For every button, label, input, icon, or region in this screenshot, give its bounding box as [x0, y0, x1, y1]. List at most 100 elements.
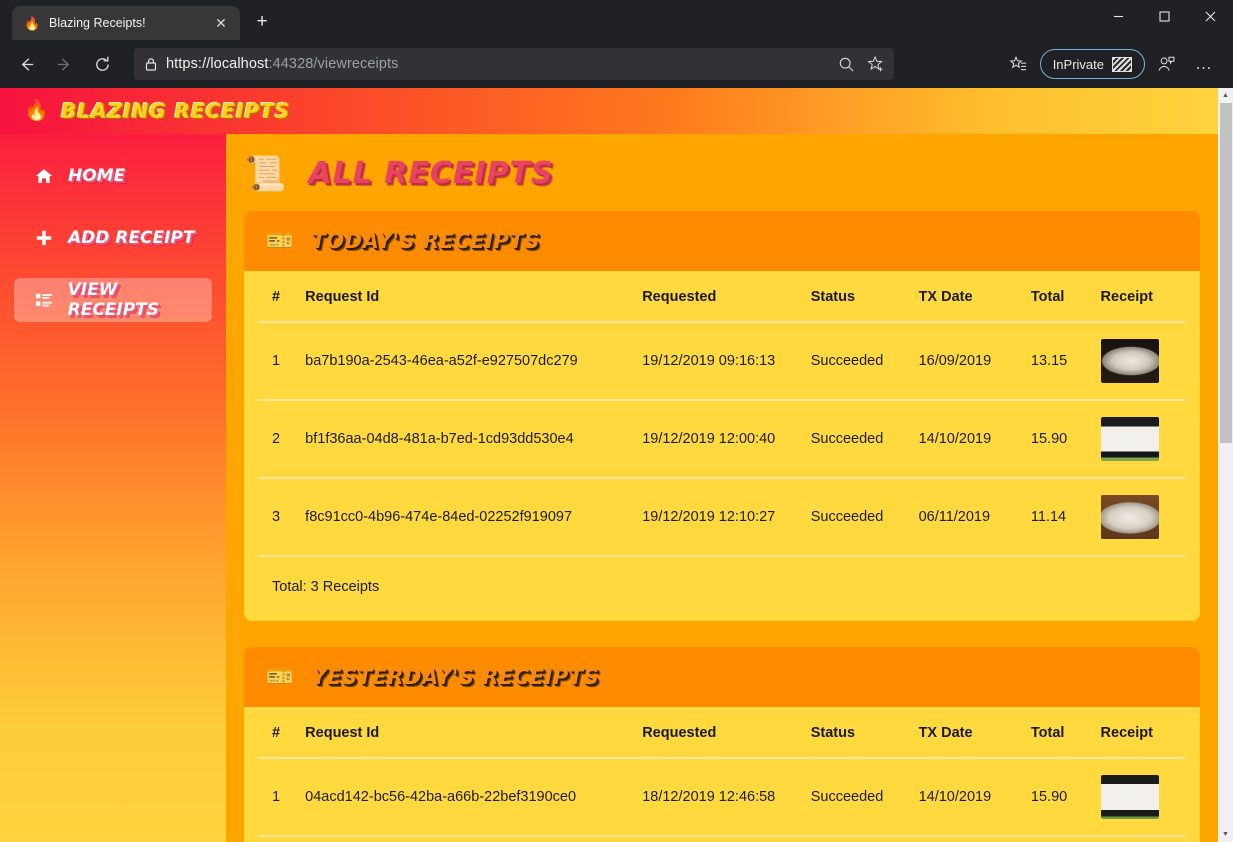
inprivate-mask-icon [1112, 56, 1132, 72]
cell-index: 1 [258, 322, 306, 401]
new-tab-button[interactable]: + [246, 6, 278, 38]
sidebar-item-add-receipt[interactable]: Add Receipt [14, 216, 212, 260]
sidebar: Home Add Receipt [0, 134, 226, 842]
close-icon[interactable]: ✕ [210, 12, 232, 34]
col-request-id: Request Id [305, 271, 643, 323]
cell-receipt [1100, 400, 1186, 479]
col-receipt: Receipt [1100, 271, 1186, 323]
cell-tx-date: 14/10/2019 [918, 758, 1031, 837]
sidebar-item-view-receipts[interactable]: View Receipts [14, 278, 212, 322]
sidebar-item-label: Home [68, 166, 126, 186]
receipts-total-label: Total: 3 Receipts [272, 579, 380, 595]
collections-icon[interactable] [1002, 47, 1036, 81]
forward-arrow-icon[interactable] [46, 46, 82, 82]
minimize-icon[interactable] [1095, 0, 1141, 32]
receipt-thumbnail[interactable] [1100, 417, 1159, 461]
back-arrow-icon[interactable] [8, 46, 44, 82]
sidebar-item-home[interactable]: Home [14, 154, 212, 198]
flame-icon: 🔥 [24, 100, 49, 122]
col-status: Status [810, 707, 919, 759]
cell-requested: 19/12/2019 12:10:27 [642, 478, 811, 557]
page-viewport: 🔥 Blazing Receipts Home Add [0, 88, 1233, 842]
scroll-down-button[interactable]: ▼ [1218, 827, 1233, 842]
browser-tab[interactable]: 🔥 Blazing Receipts! ✕ [12, 6, 240, 40]
cell-tx-date: 06/11/2019 [918, 478, 1031, 557]
table-header-row: # Request Id Requested Status TX Date To… [258, 707, 1186, 759]
close-icon[interactable] [1187, 0, 1233, 32]
cell-index: 3 [258, 478, 306, 557]
page-header: 📜 All Receipts [226, 134, 1218, 205]
toolbar-right: InPrivate … [1002, 47, 1225, 81]
star-add-icon[interactable] [862, 50, 890, 78]
tab-title: Blazing Receipts! [49, 16, 146, 30]
col-tx-date: TX Date [918, 271, 1031, 323]
app-body: Home Add Receipt [0, 134, 1218, 842]
col-total: Total [1030, 707, 1101, 759]
scroll-up-button[interactable]: ▲ [1218, 88, 1233, 103]
page-scrollbar[interactable]: ▲ ▼ [1218, 88, 1233, 842]
maximize-icon[interactable] [1141, 0, 1187, 32]
cell-request-id: 04acd142-bc56-42ba-a66b-22bef3190ce0 [305, 758, 643, 837]
receipts-table: # Request Id Requested Status TX Date To… [258, 707, 1186, 842]
card-title: Yesterday's Receipts [311, 665, 600, 689]
table-row[interactable]: 1 04acd142-bc56-42ba-a66b-22bef3190ce0 1… [258, 758, 1186, 837]
app-topbar: 🔥 Blazing Receipts [0, 88, 1218, 134]
table-row[interactable]: 2 bf1f36aa-04d8-481a-b7ed-1cd93dd530e4 1… [258, 400, 1186, 479]
browser-toolbar: https://localhost:44328/viewreceipts InP… [0, 40, 1233, 88]
cell-requested: 18/12/2019 12:46:58 [642, 758, 811, 837]
tab-strip: 🔥 Blazing Receipts! ✕ + [0, 0, 278, 40]
cell-requested: 18/12/2019 12:46:51 [642, 836, 811, 842]
profile-icon[interactable] [1149, 47, 1183, 81]
app-page: 🔥 Blazing Receipts Home Add [0, 88, 1218, 842]
col-index: # [258, 707, 306, 759]
cell-total: 13.15 [1030, 322, 1101, 401]
receipts-card: 🎫 Yesterday's Receipts # Request Id Requ… [244, 647, 1200, 842]
address-bar[interactable]: https://localhost:44328/viewreceipts [134, 48, 894, 80]
flame-icon: 🔥 [24, 15, 41, 31]
receipt-thumbnail[interactable] [1100, 495, 1159, 539]
cell-total: 11.14 [1030, 478, 1101, 557]
cell-request-id: ba7b190a-2543-46ea-a52f-e927507dc279 [305, 322, 643, 401]
table-header-row: # Request Id Requested Status TX Date To… [258, 271, 1186, 323]
inprivate-label: InPrivate [1052, 56, 1104, 72]
window-controls [1095, 0, 1233, 32]
table-row[interactable]: 1 ba7b190a-2543-46ea-a52f-e927507dc279 1… [258, 322, 1186, 401]
table-wrapper: # Request Id Requested Status TX Date To… [244, 271, 1200, 621]
receipt-thumbnail[interactable] [1100, 775, 1159, 819]
cell-total: 32.00 [1030, 836, 1101, 842]
ticket-icon: 🎫 [266, 228, 294, 253]
page-title: All Receipts [308, 156, 554, 191]
url-scheme: https:// [166, 56, 211, 72]
card-header: 🎫 Yesterday's Receipts [244, 647, 1200, 707]
cell-request-id: bf1f36aa-04d8-481a-b7ed-1cd93dd530e4 [305, 400, 643, 479]
cell-total: 15.90 [1030, 400, 1101, 479]
search-zoom-icon[interactable] [832, 50, 860, 78]
cell-tx-date: 14/10/2019 [918, 400, 1031, 479]
cell-receipt [1100, 836, 1186, 842]
address-text: https://localhost:44328/viewreceipts [166, 56, 399, 72]
reload-icon[interactable] [84, 46, 120, 82]
cell-tx-date: 06/08/2019 [918, 836, 1031, 842]
sidebar-item-label: View Receipts [67, 280, 160, 320]
receipt-thumbnail[interactable] [1100, 339, 1159, 383]
col-status: Status [810, 271, 919, 323]
col-receipt: Receipt [1100, 707, 1186, 759]
cell-requested: 19/12/2019 12:00:40 [642, 400, 811, 479]
scrollbar-thumb[interactable] [1220, 103, 1232, 443]
cell-index: 2 [258, 836, 306, 842]
main-content: 📜 All Receipts 🎫 Today's Receipts [226, 134, 1218, 842]
table-row[interactable]: 2 18672adc-4154-4393-9c98-9a5b995747f5 1… [258, 836, 1186, 842]
col-index: # [258, 271, 306, 323]
list-icon [34, 291, 54, 309]
settings-more-icon[interactable]: … [1187, 47, 1221, 81]
url-host: localhost [210, 56, 269, 72]
lock-icon [144, 57, 158, 72]
table-body: 1 04acd142-bc56-42ba-a66b-22bef3190ce0 1… [258, 758, 1186, 842]
table-row[interactable]: 3 f8c91cc0-4b96-474e-84ed-02252f919097 1… [258, 478, 1186, 557]
table-body: 1 ba7b190a-2543-46ea-a52f-e927507dc279 1… [258, 322, 1186, 557]
inprivate-badge[interactable]: InPrivate [1039, 49, 1145, 79]
card-title: Today's Receipts [311, 229, 540, 253]
cell-index: 1 [258, 758, 306, 837]
cell-status: Succeeded [810, 478, 919, 557]
scrollbar-track[interactable] [1218, 103, 1233, 827]
